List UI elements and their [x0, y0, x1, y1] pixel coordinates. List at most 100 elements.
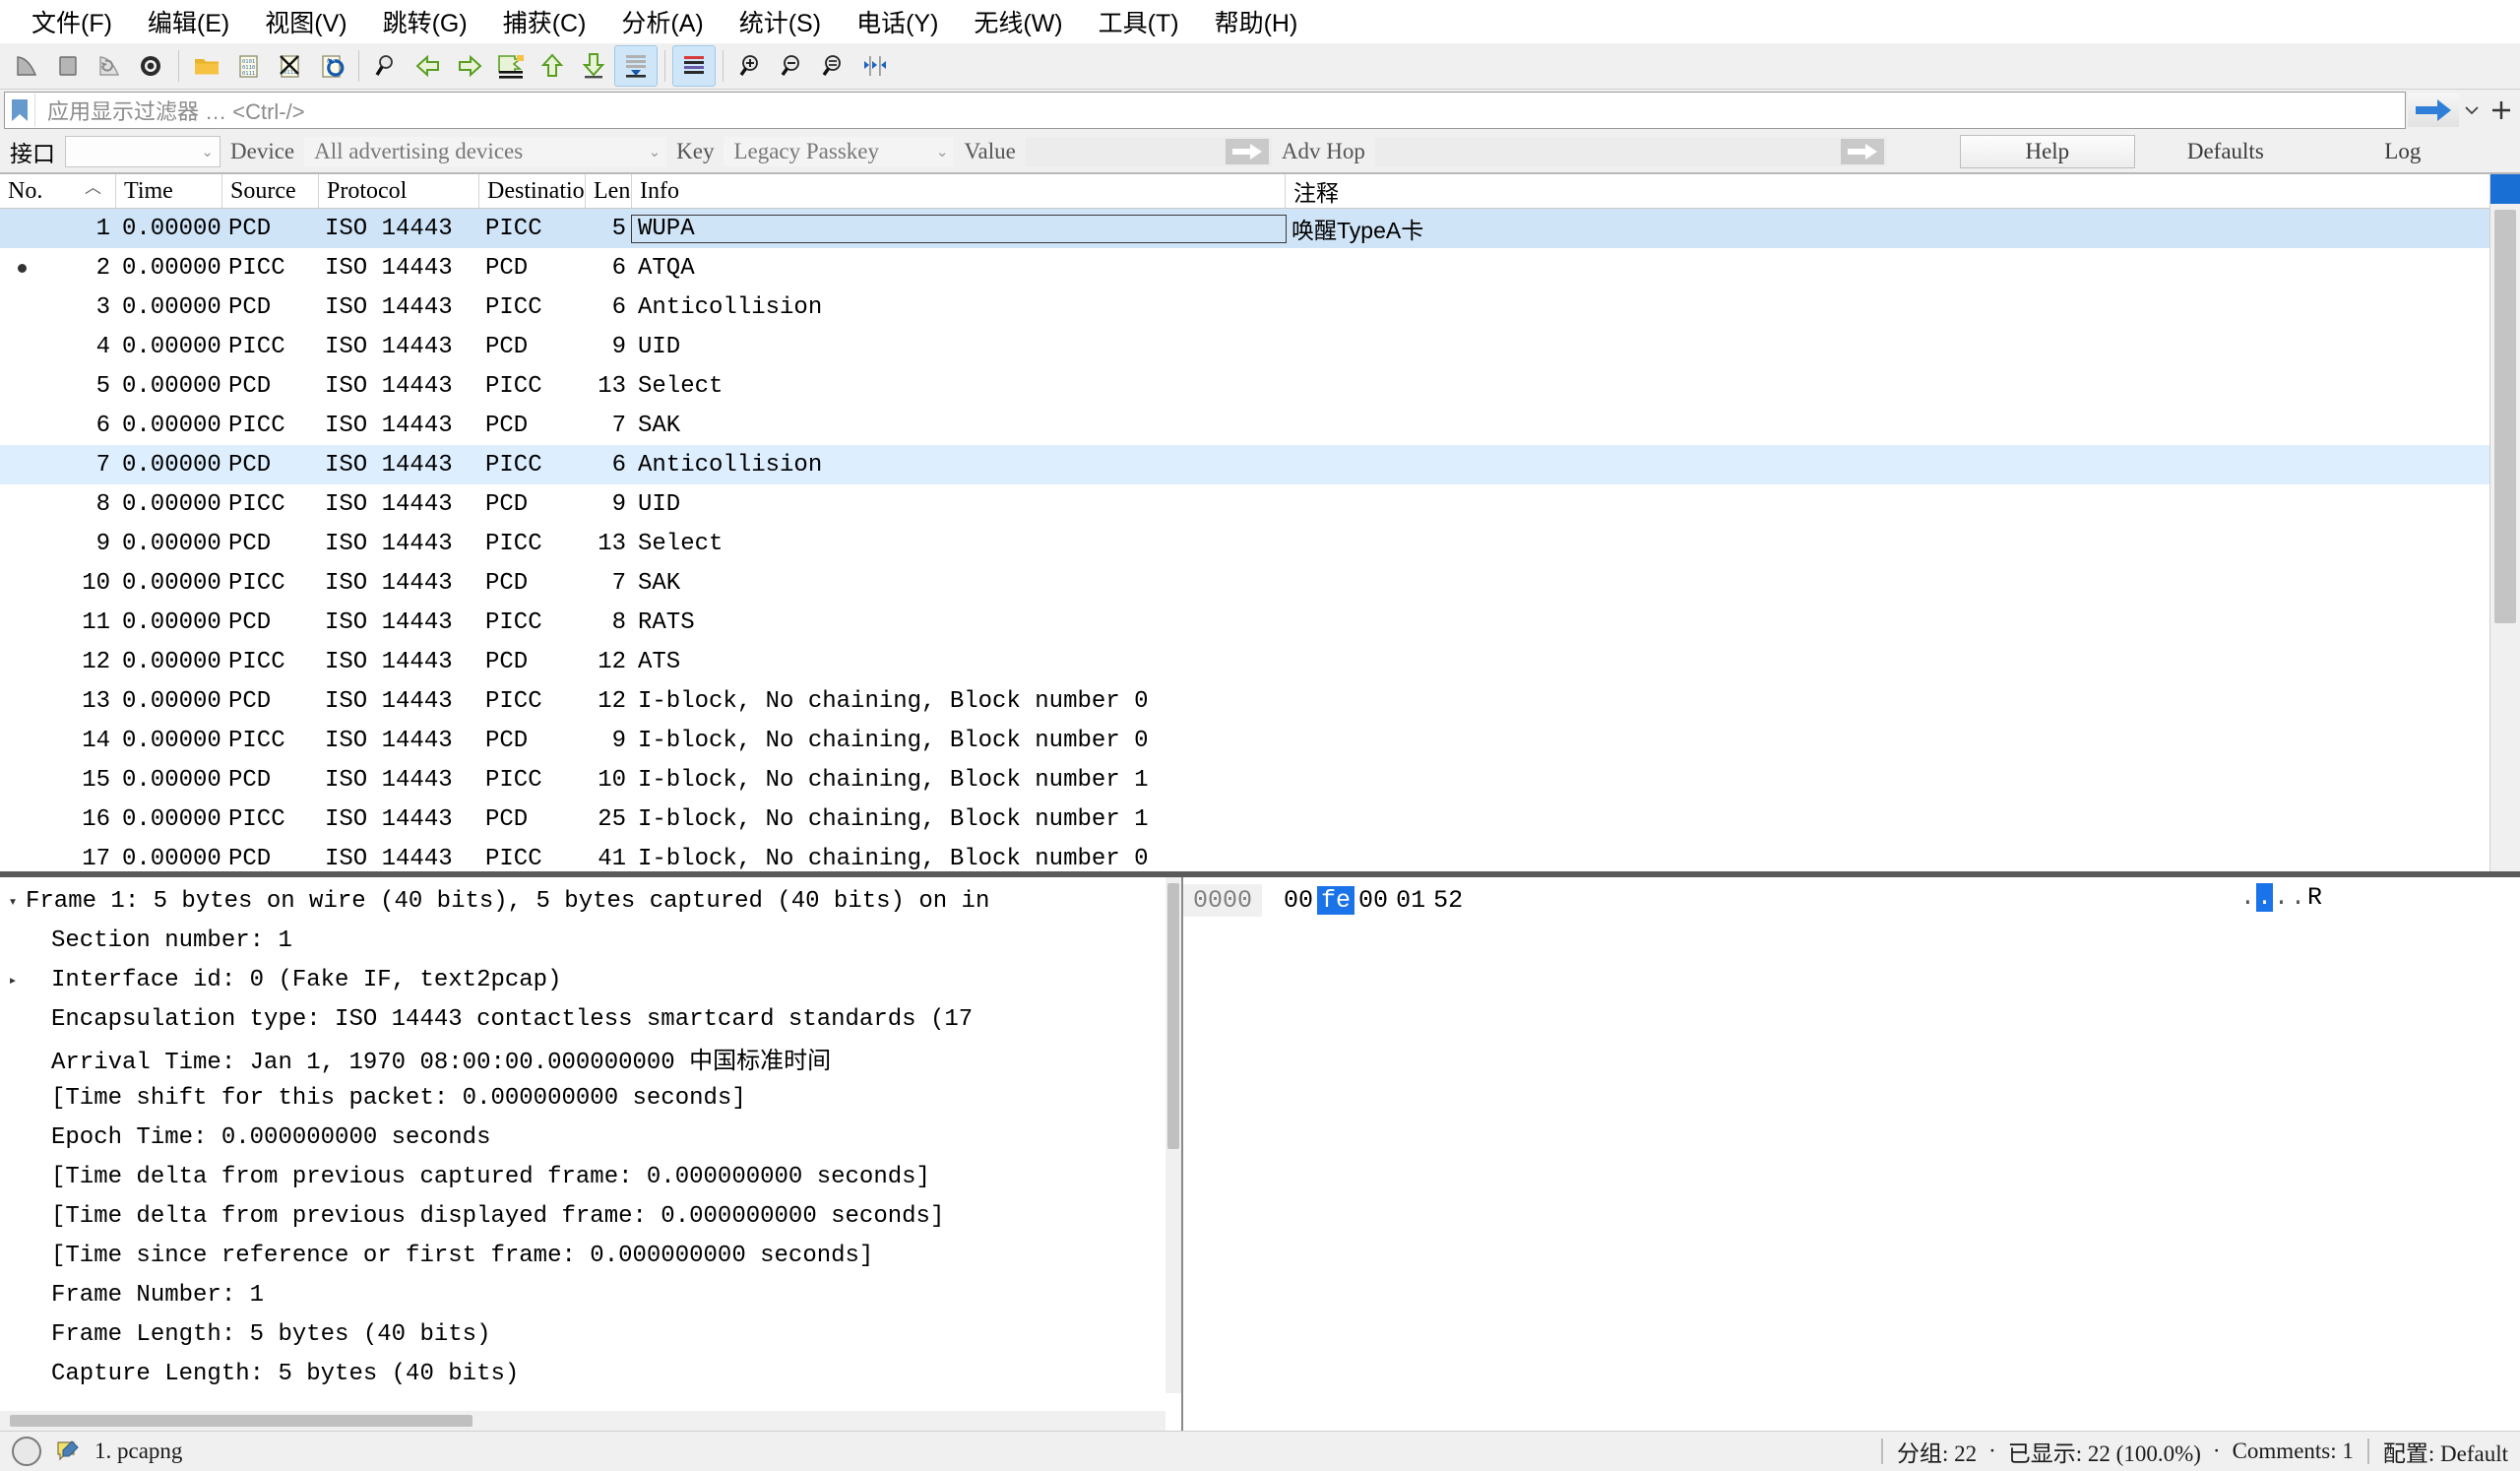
- menu-analyze[interactable]: 分析(A): [603, 1, 721, 42]
- menu-file[interactable]: 文件(F): [14, 1, 130, 42]
- menu-capture[interactable]: 捕获(C): [485, 1, 604, 42]
- packet-row[interactable]: 13 0.000000…PCD ISO 14443 PICC 12 I-block, No…: [0, 681, 2520, 721]
- packet-row[interactable]: 20.000000…PICCISO 14443PCD6ATQA: [0, 248, 2520, 288]
- colorize-icon[interactable]: [672, 45, 716, 87]
- hex-ascii-char[interactable]: .: [2239, 883, 2256, 912]
- packet-row[interactable]: 12 0.000000…PICC ISO 14443 PCD 12 ATS: [0, 642, 2520, 681]
- menu-telephony[interactable]: 电话(Y): [839, 1, 956, 42]
- menu-wireless[interactable]: 无线(W): [956, 1, 1080, 42]
- zoom-out-icon[interactable]: [772, 46, 813, 86]
- packet-row[interactable]: 5 0.000000…PCD ISO 14443 PICC 13 Select: [0, 366, 2520, 406]
- column-header-protocol[interactable]: Protocol: [319, 174, 479, 208]
- menu-view[interactable]: 视图(V): [247, 1, 364, 42]
- packet-row[interactable]: 6 0.000000…PICC ISO 14443 PCD 7 SAK: [0, 406, 2520, 445]
- interface-combo[interactable]: ⌄: [65, 136, 220, 167]
- go-to-packet-icon[interactable]: [490, 46, 532, 86]
- value-apply-button[interactable]: [1225, 139, 1269, 164]
- detail-row[interactable]: Epoch Time: 0.000000000 seconds: [0, 1118, 1181, 1157]
- packet-row[interactable]: 1 0.000000…PCD ISO 14443 PICC 5WUPA唤醒TypeA卡: [0, 209, 2520, 248]
- capture-options-icon[interactable]: [130, 46, 171, 86]
- detail-row[interactable]: [Time shift for this packet: 0.000000000…: [0, 1078, 1181, 1118]
- detail-row[interactable]: Section number: 1: [0, 921, 1181, 960]
- chevron-right-icon[interactable]: ▸: [0, 971, 26, 990]
- packet-bytes-pane[interactable]: 0000 00 fe 00 01 52 ....R: [1183, 877, 2520, 1431]
- hex-dump-line[interactable]: 0000 00 fe 00 01 52 ....R: [1183, 883, 2520, 917]
- go-first-packet-icon[interactable]: [532, 46, 573, 86]
- detail-row[interactable]: [Time delta from previous captured frame…: [0, 1157, 1181, 1196]
- find-packet-icon[interactable]: [366, 46, 408, 86]
- stop-capture-icon[interactable]: [47, 46, 89, 86]
- packet-row[interactable]: 4 0.000000…PICC ISO 14443 PCD 9 UID: [0, 327, 2520, 366]
- chevron-down-icon[interactable]: ▾: [0, 892, 26, 911]
- packet-row[interactable]: 8 0.000000…PICC ISO 14443 PCD 9 UID: [0, 484, 2520, 524]
- menu-edit[interactable]: 编辑(E): [130, 1, 247, 42]
- defaults-button[interactable]: Defaults: [2139, 136, 2312, 167]
- hex-byte[interactable]: 01: [1392, 886, 1429, 915]
- filter-history-dropdown[interactable]: [2459, 94, 2485, 127]
- menu-go[interactable]: 跳转(G): [365, 1, 485, 42]
- column-header-info[interactable]: Info: [632, 174, 1286, 208]
- apply-filter-button[interactable]: [2408, 94, 2459, 127]
- autoscroll-icon[interactable]: [614, 45, 658, 87]
- menu-help[interactable]: 帮助(H): [1197, 1, 1316, 42]
- packet-row[interactable]: 17 0.000000…PCD ISO 14443 PICC 41 I-block, No…: [0, 839, 2520, 872]
- close-file-icon[interactable]: 0111: [269, 46, 310, 86]
- value-input[interactable]: [1025, 137, 1272, 166]
- packet-row[interactable]: 10 0.000000…PICC ISO 14443 PCD 7 SAK: [0, 563, 2520, 603]
- packet-list-body[interactable]: 10.000000…PCDISO 14443PICC5WUPA唤醒TypeA卡2…: [0, 209, 2520, 871]
- key-combo[interactable]: Legacy Passkey ⌄: [724, 137, 955, 166]
- column-header-no-[interactable]: No. ︿: [0, 174, 116, 208]
- capture-comment-icon[interactable]: [55, 1439, 81, 1463]
- packet-row[interactable]: 9 0.000000…PCD ISO 14443 PICC 13 Select: [0, 524, 2520, 563]
- hex-byte[interactable]: 00: [1280, 886, 1317, 915]
- detail-row[interactable]: [Time since reference or first frame: 0.…: [0, 1236, 1181, 1275]
- adv-hop-input[interactable]: [1374, 137, 1887, 166]
- save-file-icon[interactable]: 0101 0110 0111: [227, 46, 269, 86]
- packet-list-scrollbar[interactable]: [2489, 174, 2520, 871]
- device-combo[interactable]: All advertising devices ⌄: [304, 137, 667, 166]
- column-header-source[interactable]: Source: [222, 174, 319, 208]
- hex-byte[interactable]: 00: [1354, 886, 1392, 915]
- packet-row[interactable]: 16 0.000000…PICC ISO 14443 PCD 25 I-block, No…: [0, 799, 2520, 839]
- details-vscroll-thumb[interactable]: [1167, 883, 1179, 1149]
- hex-byte[interactable]: 52: [1429, 886, 1467, 915]
- menu-tools[interactable]: 工具(T): [1081, 1, 1197, 42]
- start-capture-icon[interactable]: [6, 46, 47, 86]
- packet-row[interactable]: 7 0.000000…PCD ISO 14443 PICC 6 Anticollision: [0, 445, 2520, 484]
- detail-row[interactable]: Frame Number: 1: [0, 1275, 1181, 1314]
- log-button[interactable]: Log: [2316, 136, 2489, 167]
- packet-row[interactable]: 14 0.000000…PICC ISO 14443 PCD 9 I-block, No …: [0, 721, 2520, 760]
- expert-info-icon[interactable]: [12, 1437, 41, 1466]
- add-filter-button[interactable]: [2485, 93, 2518, 128]
- zoom-in-icon[interactable]: [730, 46, 772, 86]
- detail-row[interactable]: ▸ Interface id: 0 (Fake IF, text2pcap): [0, 960, 1181, 999]
- display-filter-input[interactable]: 应用显示过滤器 … <Ctrl-/>: [4, 92, 2406, 129]
- help-button[interactable]: Help: [1959, 135, 2135, 168]
- zoom-reset-icon[interactable]: [813, 46, 854, 86]
- hex-ascii-char[interactable]: .: [2290, 883, 2306, 912]
- detail-row[interactable]: [Time delta from previous displayed fram…: [0, 1196, 1181, 1236]
- restart-capture-icon[interactable]: [89, 46, 130, 86]
- go-back-icon[interactable]: [408, 46, 449, 86]
- menu-statistics[interactable]: 统计(S): [722, 1, 839, 42]
- hex-byte[interactable]: fe: [1317, 885, 1355, 915]
- packet-row[interactable]: 15 0.000000…PCD ISO 14443 PICC 10 I-block, No…: [0, 760, 2520, 799]
- detail-row[interactable]: ▾ Frame 1: 5 bytes on wire (40 bits), 5 b…: [0, 881, 1181, 921]
- detail-row[interactable]: Arrival Time: Jan 1, 1970 08:00:00.00000…: [0, 1039, 1181, 1078]
- profile-label[interactable]: 配置: Default: [2383, 1435, 2508, 1468]
- reload-file-icon[interactable]: 0101: [310, 46, 351, 86]
- adv-hop-apply-button[interactable]: [1840, 139, 1884, 164]
- detail-row[interactable]: Capture Length: 5 bytes (40 bits): [0, 1354, 1181, 1393]
- go-last-packet-icon[interactable]: [573, 46, 614, 86]
- hex-ascii-char[interactable]: .: [2273, 883, 2290, 912]
- packet-row[interactable]: 3 0.000000…PCD ISO 14443 PICC 6 Anticollision: [0, 288, 2520, 327]
- hex-ascii-char[interactable]: .: [2255, 883, 2273, 912]
- scrollbar-thumb[interactable]: [2494, 210, 2516, 623]
- detail-row[interactable]: Frame Length: 5 bytes (40 bits): [0, 1314, 1181, 1354]
- open-file-icon[interactable]: [186, 46, 227, 86]
- column-header-destination[interactable]: Destination: [479, 174, 586, 208]
- column-header-time[interactable]: Time: [116, 174, 222, 208]
- column-header-注释[interactable]: 注释: [1286, 174, 2520, 208]
- hex-ascii-char[interactable]: R: [2306, 883, 2323, 912]
- details-vscrollbar[interactable]: [1166, 877, 1181, 1393]
